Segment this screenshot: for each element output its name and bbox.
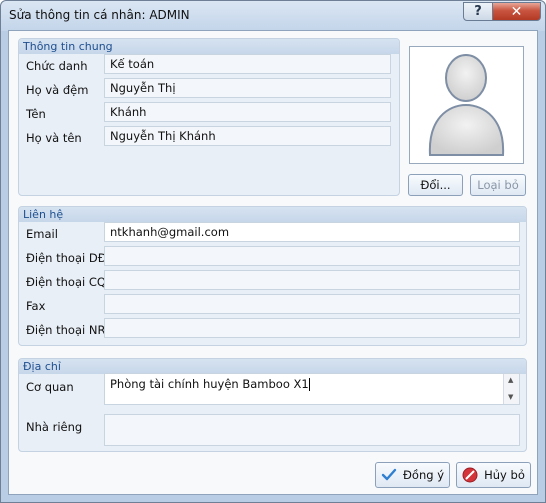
email-label: Email [26, 227, 58, 241]
contact-header: Liên hệ [19, 207, 526, 222]
home-address-field[interactable] [104, 414, 520, 446]
office-address-scrollbar[interactable]: ▲ ▼ [503, 374, 519, 404]
office-address-field[interactable]: Phòng tài chính huyện Bamboo X1 [104, 373, 520, 405]
address-title: Địa chỉ [23, 360, 61, 373]
remove-avatar-button[interactable]: Loại bỏ [470, 174, 526, 196]
office-phone-label: Điện thoại CQ [26, 275, 106, 289]
office-phone-field[interactable] [104, 270, 520, 290]
home-phone-label: Điện thoại NR [26, 323, 106, 337]
ok-button[interactable]: Đồng ý [375, 462, 450, 488]
position-label: Chức danh [26, 59, 88, 73]
cancel-button[interactable]: Hủy bỏ [456, 462, 531, 488]
checkmark-icon [381, 468, 397, 481]
full-name-field[interactable]: Nguyễn Thị Khánh [104, 126, 391, 146]
contact-title: Liên hệ [23, 208, 64, 221]
title-bar[interactable]: Sửa thông tin cá nhân: ADMIN ? ✕ [1, 1, 545, 31]
change-avatar-button[interactable]: Đổi... [408, 174, 463, 196]
email-field[interactable]: ntkhanh@gmail.com [104, 222, 520, 242]
home-phone-field[interactable] [104, 318, 520, 338]
scroll-down-icon[interactable]: ▼ [508, 393, 513, 401]
address-header: Địa chỉ [19, 359, 526, 374]
general-info-title: Thông tin chung [23, 40, 113, 53]
first-name-label: Tên [26, 107, 46, 121]
cancel-label: Hủy bỏ [484, 468, 525, 482]
cancel-icon [462, 467, 478, 483]
avatar-frame[interactable] [409, 46, 524, 164]
close-icon: ✕ [510, 3, 523, 20]
text-cursor [308, 378, 310, 391]
mobile-phone-field[interactable] [104, 246, 520, 266]
full-name-label: Họ và tên [26, 131, 82, 145]
close-button[interactable]: ✕ [492, 2, 541, 21]
help-icon: ? [474, 4, 482, 19]
home-address-label: Nhà riêng [26, 420, 83, 434]
window-title: Sửa thông tin cá nhân: ADMIN [9, 8, 190, 22]
first-name-field[interactable]: Khánh [104, 102, 391, 122]
position-field[interactable]: Kế toán [104, 54, 391, 74]
ok-label: Đồng ý [403, 468, 444, 482]
remove-avatar-label: Loại bỏ [477, 178, 519, 192]
fax-field[interactable] [104, 294, 520, 314]
help-button[interactable]: ? [463, 2, 493, 21]
mobile-phone-label: Điện thoại DĐ [26, 251, 107, 265]
change-avatar-label: Đổi... [420, 178, 451, 192]
scroll-up-icon[interactable]: ▲ [508, 376, 513, 384]
office-address-text: Phòng tài chính huyện Bamboo X1 [110, 377, 309, 391]
general-info-header: Thông tin chung [19, 39, 399, 54]
middle-name-field[interactable]: Nguyễn Thị [104, 78, 391, 98]
avatar-placeholder-icon [428, 54, 505, 156]
middle-name-label: Họ và đệm [26, 83, 89, 97]
office-address-label: Cơ quan [26, 380, 74, 394]
fax-label: Fax [26, 299, 46, 313]
